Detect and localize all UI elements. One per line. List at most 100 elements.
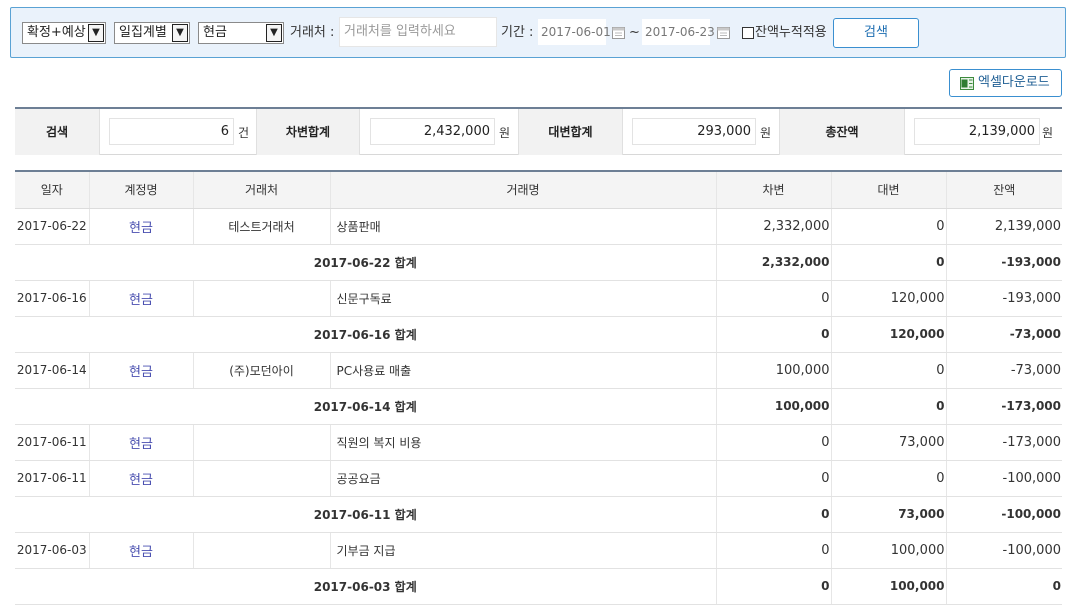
- vendor-input[interactable]: 거래처를 입력하세요: [339, 17, 497, 47]
- table-row[interactable]: 2017-06-22 현금 테스트거래처 상품판매 2,332,000 0 2,…: [15, 208, 1062, 245]
- cell-account-link[interactable]: 현금: [88, 208, 193, 245]
- table-row[interactable]: 2017-06-14 현금 (주)모던아이 PC사용료 매출 100,000 0…: [15, 352, 1062, 389]
- subtotal-row: 2017-06-11 합계 0 73,000 -100,000: [15, 496, 1062, 533]
- subtotal-balance: 0: [945, 568, 1062, 605]
- cell-description: 기부금 지급: [329, 532, 716, 569]
- cell-debit: 2,332,000: [715, 208, 831, 245]
- cell-description: 상품판매: [329, 208, 716, 245]
- calendar-icon[interactable]: [612, 26, 625, 39]
- table-row[interactable]: 2017-06-16 현금 신문구독료 0 120,000 -193,000: [15, 280, 1062, 317]
- account-select-value: 현금: [203, 25, 227, 40]
- account-select[interactable]: 현금 ▼: [198, 22, 284, 44]
- cell-debit: 0: [715, 424, 831, 461]
- table-row[interactable]: 2017-06-11 현금 공공요금 0 0 -100,000: [15, 460, 1062, 497]
- cell-balance: -100,000: [945, 532, 1062, 569]
- cell-vendor: [192, 532, 330, 569]
- divider: [99, 109, 100, 155]
- cell-account-link[interactable]: 현금: [88, 532, 193, 569]
- subtotal-label: 2017-06-03 합계: [15, 568, 716, 605]
- group-select-value: 일집계별: [119, 25, 167, 40]
- summary-panel: 검색 6 건 차변합계 2,432,000 원 대변합계 293,000 원 총…: [15, 107, 1062, 155]
- cell-description: PC사용료 매출: [329, 352, 716, 389]
- subtotal-row: 2017-06-22 합계 2,332,000 0 -193,000: [15, 244, 1062, 281]
- cell-date: 2017-06-16: [15, 280, 89, 317]
- status-select[interactable]: 확정+예상 ▼: [22, 22, 106, 44]
- column-header-credit[interactable]: 대변: [830, 170, 946, 209]
- cell-debit: 100,000: [715, 352, 831, 389]
- subtotal-debit: 0: [715, 496, 831, 533]
- cell-account-link[interactable]: 현금: [88, 280, 193, 317]
- cell-credit: 73,000: [830, 424, 946, 461]
- cell-vendor: [192, 460, 330, 497]
- cell-balance: -173,000: [945, 424, 1062, 461]
- cell-account-link[interactable]: 현금: [88, 460, 193, 497]
- search-button[interactable]: 검색: [833, 18, 919, 48]
- cell-vendor: [192, 424, 330, 461]
- balance-total-label: 총잔액: [780, 109, 904, 155]
- calendar-icon[interactable]: [717, 26, 730, 39]
- subtotal-balance: -73,000: [945, 316, 1062, 353]
- subtotal-balance: -173,000: [945, 388, 1062, 425]
- count-unit: 건: [238, 126, 250, 140]
- date-separator: ~: [629, 25, 640, 40]
- ledger-table-container: 일자 계정명 거래처 거래명 차변 대변 잔액 2017-06-22 현금 테스…: [15, 170, 1062, 605]
- column-header-description[interactable]: 거래명: [329, 170, 716, 209]
- divider: [622, 109, 623, 155]
- subtotal-label: 2017-06-14 합계: [15, 388, 716, 425]
- excel-download-label: 엑셀다운로드: [978, 75, 1050, 90]
- subtotal-credit: 0: [830, 388, 946, 425]
- cell-credit: 100,000: [830, 532, 946, 569]
- column-header-balance[interactable]: 잔액: [945, 170, 1062, 209]
- status-select-value: 확정+예상: [27, 25, 86, 40]
- ledger-table: 일자 계정명 거래처 거래명 차변 대변 잔액 2017-06-22 현금 테스…: [15, 170, 1062, 605]
- cell-debit: 0: [715, 460, 831, 497]
- column-header-date[interactable]: 일자: [15, 170, 89, 209]
- cell-date: 2017-06-03: [15, 532, 89, 569]
- cell-credit: 120,000: [830, 280, 946, 317]
- subtotal-debit: 0: [715, 568, 831, 605]
- subtotal-row: 2017-06-16 합계 0 120,000 -73,000: [15, 316, 1062, 353]
- cumulative-label: 잔액누적적용: [755, 25, 827, 40]
- group-select[interactable]: 일집계별 ▼: [114, 22, 190, 44]
- cell-account-link[interactable]: 현금: [88, 424, 193, 461]
- subtotal-label: 2017-06-11 합계: [15, 496, 716, 533]
- cell-debit: 0: [715, 280, 831, 317]
- balance-total-unit: 원: [1042, 126, 1054, 140]
- cumulative-checkbox[interactable]: [742, 27, 754, 39]
- cell-balance: -193,000: [945, 280, 1062, 317]
- cell-description: 신문구독료: [329, 280, 716, 317]
- cell-vendor: (주)모던아이: [192, 352, 330, 389]
- table-row[interactable]: 2017-06-11 현금 직원의 복지 비용 0 73,000 -173,00…: [15, 424, 1062, 461]
- chevron-down-icon: ▼: [172, 24, 188, 42]
- chevron-down-icon: ▼: [88, 24, 104, 42]
- excel-download-button[interactable]: 엑셀다운로드: [949, 69, 1062, 97]
- subtotal-label: 2017-06-22 합계: [15, 244, 716, 281]
- count-value: 6: [109, 118, 234, 145]
- divider: [904, 109, 905, 155]
- subtotal-credit: 120,000: [830, 316, 946, 353]
- date-from-input[interactable]: 2017-06-01: [538, 19, 611, 45]
- debit-total-label: 차변합계: [257, 109, 359, 155]
- column-header-account[interactable]: 계정명: [88, 170, 193, 209]
- date-to-input[interactable]: 2017-06-23: [642, 19, 715, 45]
- cell-balance: -100,000: [945, 460, 1062, 497]
- subtotal-debit: 2,332,000: [715, 244, 831, 281]
- column-header-debit[interactable]: 차변: [715, 170, 831, 209]
- credit-total-label: 대변합계: [519, 109, 622, 155]
- column-header-vendor[interactable]: 거래처: [192, 170, 330, 209]
- cell-date: 2017-06-14: [15, 352, 89, 389]
- balance-total-value: 2,139,000: [914, 118, 1040, 145]
- credit-total-unit: 원: [760, 126, 772, 140]
- vendor-label: 거래처 :: [290, 25, 335, 40]
- subtotal-credit: 73,000: [830, 496, 946, 533]
- table-row[interactable]: 2017-06-03 현금 기부금 지급 0 100,000 -100,000: [15, 532, 1062, 569]
- credit-total-value: 293,000: [632, 118, 756, 145]
- cell-credit: 0: [830, 460, 946, 497]
- cell-balance: -73,000: [945, 352, 1062, 389]
- subtotal-row: 2017-06-03 합계 0 100,000 0: [15, 568, 1062, 605]
- excel-icon: [960, 77, 974, 90]
- cell-description: 공공요금: [329, 460, 716, 497]
- cell-account-link[interactable]: 현금: [88, 352, 193, 389]
- cell-date: 2017-06-11: [15, 424, 89, 461]
- cell-vendor: 테스트거래처: [192, 208, 330, 245]
